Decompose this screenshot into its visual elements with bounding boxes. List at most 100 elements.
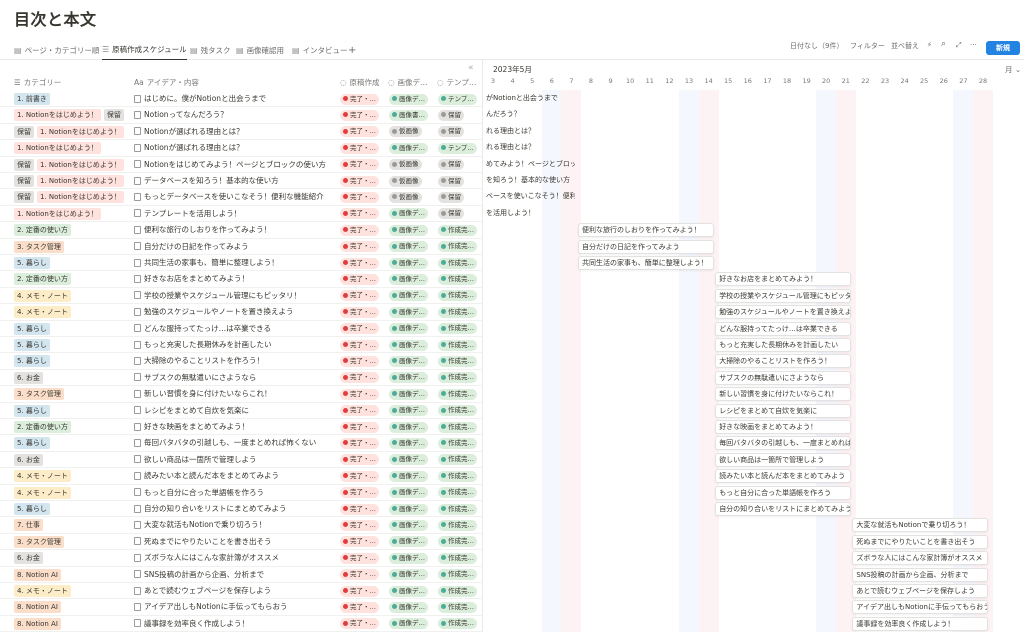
idea-cell[interactable]: 勉強のスケジュールやノートを置き換えよう bbox=[134, 306, 293, 317]
draft-status[interactable]: 完了・… bbox=[340, 519, 379, 531]
tab-remaining-tasks[interactable]: ▤ 残タスク bbox=[190, 40, 231, 60]
timeline-bar[interactable]: 大掃除のやることリストを作ろう！ bbox=[715, 354, 852, 369]
idea-cell[interactable]: SNS投稿の計画から企画、分析まで bbox=[134, 569, 264, 580]
draft-status[interactable]: 完了・… bbox=[340, 470, 379, 482]
category-cell[interactable]: 1. Notionをはじめよう！ bbox=[14, 207, 101, 220]
image-status[interactable]: 画像デ… bbox=[389, 323, 428, 335]
table-row[interactable]: 4. メモ・ノート 学校の授業やスケジュール管理にもピッタリ！ 完了・… 画像デ… 作成… bbox=[0, 288, 482, 305]
template-status[interactable]: 作成完… bbox=[438, 618, 477, 630]
timeline-bar[interactable]: 議事録を効率良く作成しよう！ bbox=[852, 616, 989, 631]
category-cell[interactable]: 5. 暮らし bbox=[14, 257, 50, 269]
timeline-bar[interactable]: を知ろう！基本的な使い方 bbox=[483, 174, 575, 188]
table-row[interactable]: 5. 暮らし レシピをまとめて自炊を気楽に 完了・… 画像デ… 作成完… bbox=[0, 403, 482, 419]
template-status[interactable]: 保留 bbox=[438, 159, 464, 171]
draft-status[interactable]: 完了・… bbox=[340, 224, 379, 236]
timeline-bar[interactable]: 死ぬまでにやりたいことを書き出そう bbox=[852, 534, 989, 549]
table-row[interactable]: 1. Notionをはじめよう！ テンプレートを活用しよう！ 完了・… 画像デ… 保留 bbox=[0, 206, 482, 223]
template-status[interactable]: 作成完… bbox=[438, 339, 477, 351]
category-cell[interactable]: 1. Notionをはじめよう！ 保留 bbox=[14, 109, 124, 122]
idea-cell[interactable]: ズボラな人にはこんな家計簿がオススメ bbox=[134, 552, 279, 563]
image-status[interactable]: 画像デ… bbox=[389, 241, 428, 253]
draft-status[interactable]: 完了・… bbox=[340, 208, 379, 220]
table-row[interactable]: 1. Notionをはじめよう！ 保留 Notionってなんだろう？ 完了・… 画像書…… bbox=[0, 107, 482, 124]
image-status[interactable]: 画像デ… bbox=[389, 552, 428, 564]
table-row[interactable]: 保留 1. Notionをはじめよう！ Notionが選ばれる理由とは？ 完了・… 仮画… bbox=[0, 124, 482, 141]
idea-cell[interactable]: もっとデータベースを使いこなそう！便利な機能紹介 bbox=[134, 191, 324, 202]
idea-cell[interactable]: Notionってなんだろう？ bbox=[134, 109, 228, 120]
template-status[interactable]: 作成完… bbox=[438, 569, 477, 581]
image-status[interactable]: 画像デ… bbox=[389, 355, 428, 367]
template-status[interactable]: 作成完… bbox=[438, 487, 477, 499]
template-status[interactable]: 作成完… bbox=[438, 323, 477, 335]
draft-status[interactable]: 完了・… bbox=[340, 273, 379, 285]
template-status[interactable]: 保留 bbox=[438, 126, 464, 138]
template-status[interactable]: 保留 bbox=[438, 109, 464, 121]
column-header-draft[interactable]: ◌ 原稿作成 bbox=[340, 74, 386, 90]
image-status[interactable]: 画像デ… bbox=[389, 470, 428, 482]
draft-status[interactable]: 完了・… bbox=[340, 109, 379, 121]
image-status[interactable]: 画像デ… bbox=[389, 585, 428, 597]
timeline-bar[interactable]: ベースを使いこなそう！便利な機能紹介 bbox=[483, 190, 575, 204]
idea-cell[interactable]: アイデア出しもNotionに手伝ってもらおう bbox=[134, 601, 287, 612]
idea-cell[interactable]: 大変な就活もNotionで乗り切ろう！ bbox=[134, 519, 266, 530]
template-status[interactable]: 作成完… bbox=[438, 273, 477, 285]
category-cell[interactable]: 5. 暮らし bbox=[14, 503, 50, 515]
category-cell[interactable]: 4. メモ・ノート bbox=[14, 486, 71, 499]
category-cell[interactable]: 8. Notion AI bbox=[14, 601, 61, 614]
template-status[interactable]: 作成完… bbox=[438, 388, 477, 400]
table-row[interactable]: 4. メモ・ノート もっと自分に合った単語帳を作ろう 完了・… 画像デ… 作成完… bbox=[0, 485, 482, 501]
category-cell[interactable]: 保留 1. Notionをはじめよう！ bbox=[14, 191, 124, 204]
tab-draft-schedule[interactable]: ☰ 原稿作成スケジュール bbox=[102, 40, 187, 60]
template-status[interactable]: 作成完… bbox=[438, 372, 477, 384]
image-status[interactable]: 仮画像 bbox=[389, 191, 422, 203]
table-row[interactable]: 3. タスク管理 死ぬまでにやりたいことを書き出そう 完了・… 画像デ… 作成完… bbox=[0, 534, 482, 551]
template-status[interactable]: 作成完… bbox=[438, 470, 477, 482]
idea-cell[interactable]: もっと自分に合った単語帳を作ろう bbox=[134, 487, 264, 498]
draft-status[interactable]: 完了・… bbox=[340, 569, 379, 581]
category-cell[interactable]: 5. 暮らし bbox=[14, 404, 50, 417]
timeline-bar[interactable]: もっと充実した長期休みを計画したい bbox=[715, 338, 852, 352]
template-status[interactable]: 作成完… bbox=[438, 224, 477, 236]
image-status[interactable]: 画像デ… bbox=[389, 290, 428, 302]
table-row[interactable]: 8. Notion AI SNS投稿の計画から企画、分析まで 完了・… 画像デ… 作成完… bbox=[0, 567, 482, 583]
idea-cell[interactable]: 毎回バタバタの引越しも、一度まとめれば怖くない bbox=[134, 437, 316, 448]
template-status[interactable]: 作成完… bbox=[438, 355, 477, 367]
draft-status[interactable]: 完了・… bbox=[340, 142, 379, 154]
draft-status[interactable]: 完了・… bbox=[340, 388, 379, 400]
image-status[interactable]: 画像デ… bbox=[389, 306, 428, 318]
expand-icon[interactable]: ⤢ bbox=[956, 41, 962, 50]
image-status[interactable]: 画像デ… bbox=[389, 618, 428, 630]
template-status[interactable]: 作成完… bbox=[438, 503, 477, 515]
table-row[interactable]: 8. Notion AI アイデア出しもNotionに手伝ってもらおう 完了・… 画像… bbox=[0, 599, 482, 616]
timeline-bar[interactable]: 自分だけの日記を作ってみよう bbox=[578, 239, 714, 254]
timeline-bar[interactable]: 好きなお店をまとめてみよう！ bbox=[715, 272, 852, 287]
table-row[interactable]: 5. 暮らし 大掃除のやることリストを作ろう！ 完了・… 画像デ… 作成完… bbox=[0, 353, 482, 370]
timeline-bar[interactable]: あとで読むウェブページを保存しよう bbox=[852, 584, 989, 598]
timeline-bar[interactable]: どんな服持ってたっけ…は卒業できる bbox=[715, 321, 852, 336]
draft-status[interactable]: 完了・… bbox=[340, 355, 379, 367]
timeline-bar[interactable]: めてみよう！ページとブロックの使い方 bbox=[483, 158, 575, 172]
template-status[interactable]: 作成完… bbox=[438, 241, 477, 253]
table-row[interactable]: 5. 暮らし 毎回バタバタの引越しも、一度まとめれば怖くない 完了・… 画像デ… 作成完… bbox=[0, 435, 482, 452]
image-status[interactable]: 画像デ… bbox=[389, 487, 428, 499]
table-row[interactable]: 5. 暮らし 自分の知り合いをリストにまとめてみよう 完了・… 画像デ… 作成完… bbox=[0, 501, 482, 518]
idea-cell[interactable]: データベースを知ろう！基本的な使い方 bbox=[134, 175, 279, 186]
category-cell[interactable]: 4. メモ・ノート bbox=[14, 470, 71, 483]
table-row[interactable]: 1. Notionをはじめよう！ Notionが選ばれる理由とは？ 完了・… 画像デ…… bbox=[0, 140, 482, 157]
idea-cell[interactable]: サブスクの無駄遣いにさようなら bbox=[134, 372, 256, 383]
category-cell[interactable]: 3. タスク管理 bbox=[14, 388, 64, 401]
template-status[interactable]: 作成完… bbox=[438, 536, 477, 548]
timeline-mode-select[interactable]: 月 ⌄ bbox=[1005, 64, 1021, 75]
draft-status[interactable]: 完了・… bbox=[340, 241, 379, 253]
timeline-bar[interactable]: 好きな映画をまとめてみよう！ bbox=[715, 420, 852, 434]
idea-cell[interactable]: 新しい習慣を身に付けたいならこれ！ bbox=[134, 388, 272, 399]
image-status[interactable]: 画像デ… bbox=[389, 339, 428, 351]
image-status[interactable]: 画像デ… bbox=[389, 142, 428, 154]
collapse-icon[interactable]: « bbox=[468, 63, 474, 73]
image-status[interactable]: 仮画像 bbox=[389, 175, 422, 187]
timeline-bar[interactable]: 便利な旅行のしおりを作ってみよう！ bbox=[578, 223, 714, 238]
draft-status[interactable]: 完了・… bbox=[340, 405, 379, 417]
draft-status[interactable]: 完了・… bbox=[340, 159, 379, 171]
template-status[interactable]: 保留 bbox=[438, 175, 464, 187]
image-status[interactable]: 画像デ… bbox=[389, 503, 428, 515]
